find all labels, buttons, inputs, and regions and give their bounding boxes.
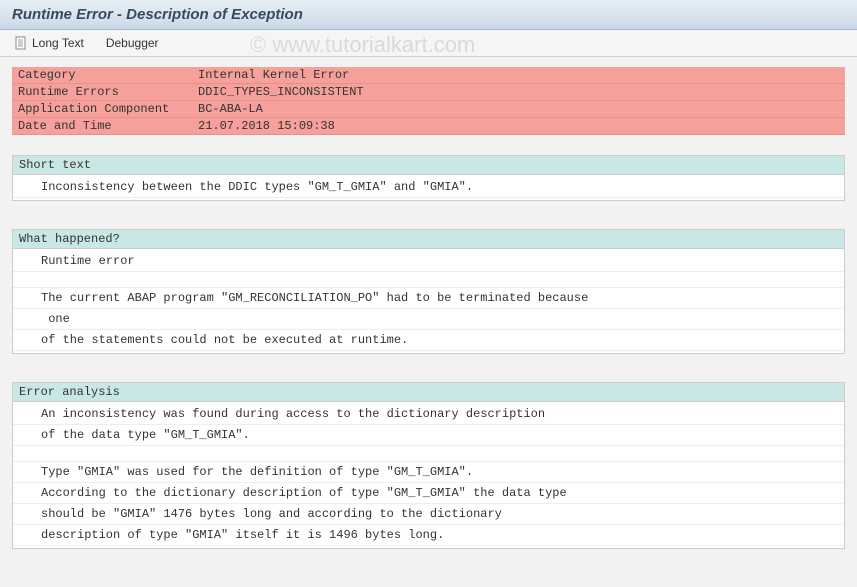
info-row: Runtime Errors DDIC_TYPES_INCONSISTENT	[12, 84, 845, 101]
text-line: The current ABAP program "GM_RECONCILIAT…	[13, 288, 844, 309]
debugger-label: Debugger	[106, 36, 159, 50]
section-body: An inconsistency was found during access…	[13, 402, 844, 548]
section-body: Runtime error The current ABAP program "…	[13, 249, 844, 353]
document-icon	[14, 36, 28, 50]
info-label: Category	[12, 67, 192, 83]
long-text-button[interactable]: Long Text	[8, 34, 90, 52]
text-line: Type "GMIA" was used for the definition …	[13, 462, 844, 483]
info-label: Runtime Errors	[12, 84, 192, 100]
info-value: BC-ABA-LA	[192, 101, 845, 117]
info-row: Application Component BC-ABA-LA	[12, 101, 845, 118]
info-row: Date and Time 21.07.2018 15:09:38	[12, 118, 845, 135]
text-line: Inconsistency between the DDIC types "GM…	[13, 177, 844, 198]
section-short-text: Short text Inconsistency between the DDI…	[12, 155, 845, 201]
section-body: Inconsistency between the DDIC types "GM…	[13, 175, 844, 200]
section-error-analysis: Error analysis An inconsistency was foun…	[12, 382, 845, 549]
section-header: What happened?	[13, 230, 844, 249]
toolbar: Long Text Debugger	[0, 30, 857, 57]
text-line: An inconsistency was found during access…	[13, 404, 844, 425]
text-line: Runtime error	[13, 251, 844, 272]
section-what-happened: What happened? Runtime error The current…	[12, 229, 845, 354]
section-header: Error analysis	[13, 383, 844, 402]
info-table: Category Internal Kernel Error Runtime E…	[12, 67, 845, 135]
text-line: of the statements could not be executed …	[13, 330, 844, 351]
long-text-label: Long Text	[32, 36, 84, 50]
page-title: Runtime Error - Description of Exception	[12, 6, 845, 23]
text-line: According to the dictionary description …	[13, 483, 844, 504]
text-line	[13, 446, 844, 462]
info-label: Application Component	[12, 101, 192, 117]
section-header: Short text	[13, 156, 844, 175]
info-row: Category Internal Kernel Error	[12, 67, 845, 84]
info-value: 21.07.2018 15:09:38	[192, 118, 845, 134]
text-line: should be "GMIA" 1476 bytes long and acc…	[13, 504, 844, 525]
title-bar: Runtime Error - Description of Exception	[0, 0, 857, 30]
text-line: description of type "GMIA" itself it is …	[13, 525, 844, 546]
info-value: Internal Kernel Error	[192, 67, 845, 83]
text-line: of the data type "GM_T_GMIA".	[13, 425, 844, 446]
debugger-button[interactable]: Debugger	[100, 34, 165, 52]
content-area: Category Internal Kernel Error Runtime E…	[0, 57, 857, 587]
info-label: Date and Time	[12, 118, 192, 134]
text-line: one	[13, 309, 844, 330]
info-value: DDIC_TYPES_INCONSISTENT	[192, 84, 845, 100]
text-line	[13, 272, 844, 288]
